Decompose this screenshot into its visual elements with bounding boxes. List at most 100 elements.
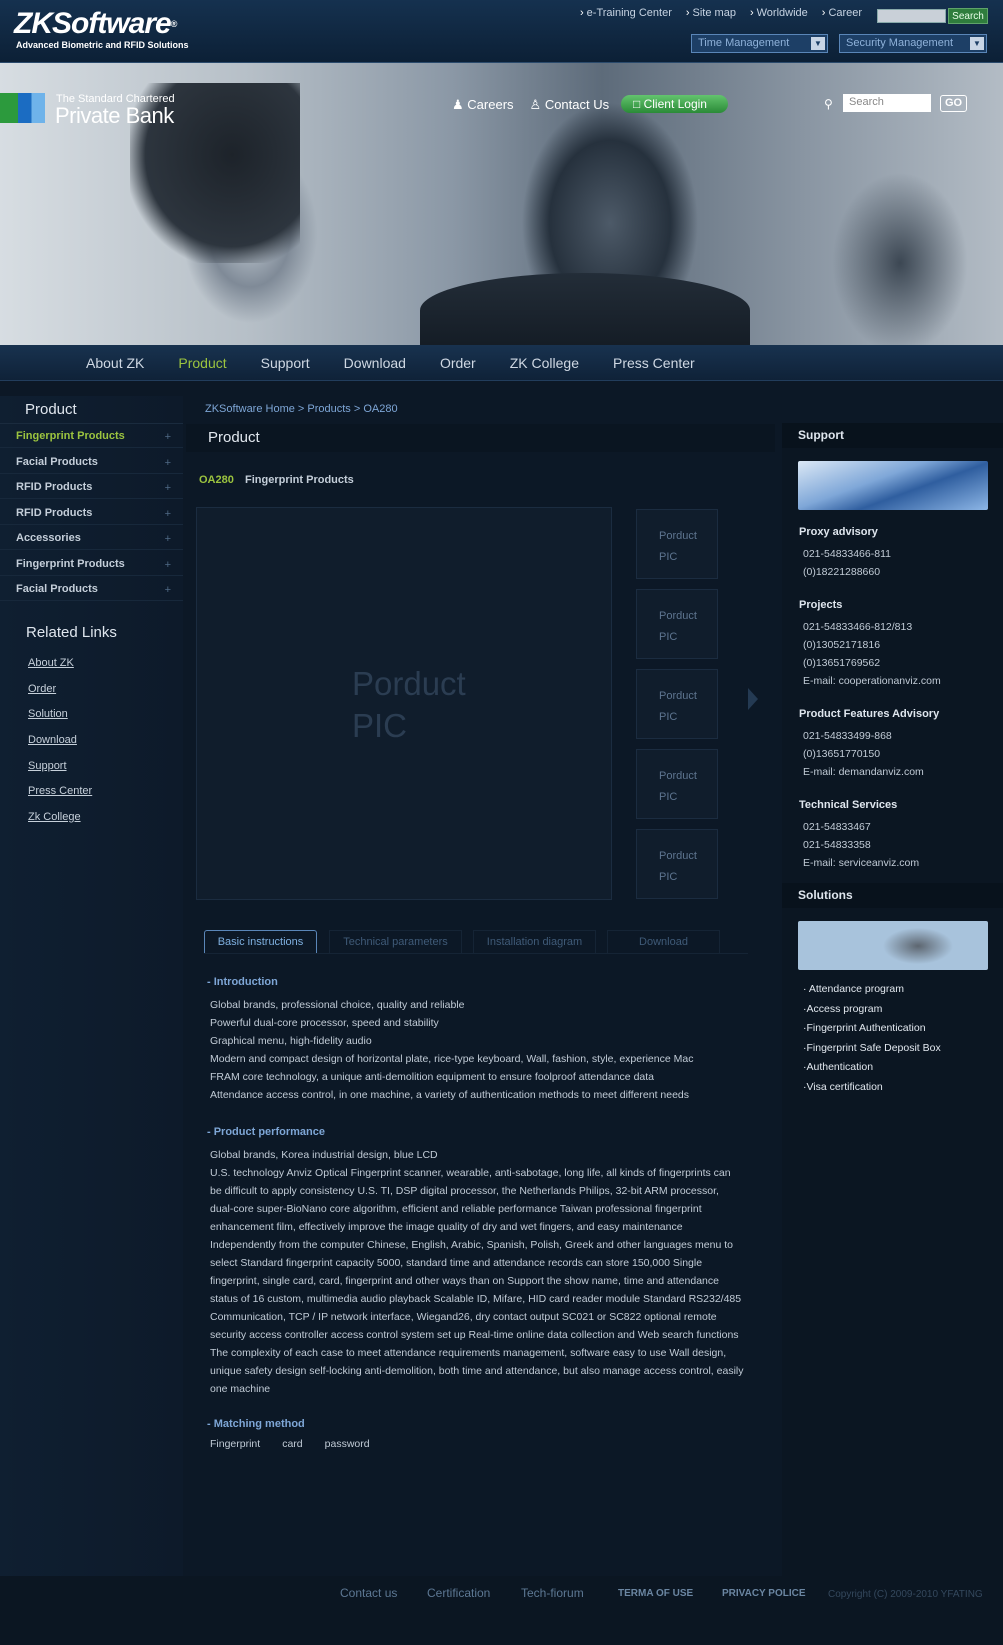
matching-heading: - Matching method — [207, 1418, 305, 1430]
top-link-sitemap[interactable]: › Site map — [686, 7, 736, 19]
technical-services-heading: Technical Services — [799, 799, 898, 811]
product-thumbnail[interactable]: Porduct PIC — [636, 509, 718, 579]
footer-privacy-policy[interactable]: PRIVACY POLICE — [722, 1588, 806, 1599]
nav-about-zk[interactable]: About ZK — [86, 355, 144, 371]
nav-support[interactable]: Support — [261, 355, 310, 371]
tab-technical-parameters[interactable]: Technical parameters — [329, 930, 462, 954]
contact-line: 021-54833358 — [803, 839, 871, 851]
footer-contact-us[interactable]: Contact us — [340, 1586, 397, 1600]
solution-item[interactable]: ·Fingerprint Safe Deposit Box — [803, 1042, 941, 1054]
related-link-solution[interactable]: Solution — [28, 708, 68, 720]
product-thumbnail[interactable]: Porduct PIC — [636, 669, 718, 739]
footer-certification[interactable]: Certification — [427, 1586, 490, 1600]
tab-basic-instructions[interactable]: Basic instructions — [204, 930, 317, 954]
contact-email[interactable]: E-mail: cooperationanviz.com — [803, 675, 941, 687]
sidebar-item-facial-products-2[interactable]: Facial Products + — [0, 577, 183, 601]
introduction-list: Global brands, professional choice, qual… — [210, 999, 694, 1101]
solution-item[interactable]: ·Visa certification — [803, 1081, 883, 1093]
hero-person-suit — [420, 273, 750, 345]
hero-go-button[interactable]: GO — [940, 95, 967, 112]
arrow-icon: › — [685, 7, 690, 19]
tab-download[interactable]: Download — [607, 930, 720, 954]
related-link-press-center[interactable]: Press Center — [28, 785, 92, 797]
projects-heading: Projects — [799, 599, 843, 611]
nav-order[interactable]: Order — [440, 355, 476, 371]
related-link-zk-college[interactable]: Zk College — [28, 811, 81, 823]
plus-icon: + — [164, 584, 171, 596]
tab-underline — [204, 953, 748, 954]
solutions-heading: Solutions — [782, 883, 1003, 908]
solution-item[interactable]: · Attendance program — [803, 983, 904, 995]
product-thumbnail[interactable]: Porduct PIC — [636, 829, 718, 899]
hero-search-input[interactable]: Search — [843, 94, 931, 112]
solutions-banner-image[interactable] — [798, 921, 988, 970]
center-title-bar — [186, 424, 775, 452]
sidebar-item-facial-products[interactable]: Facial Products + — [0, 450, 183, 474]
plus-icon: + — [164, 508, 171, 520]
plus-icon: + — [164, 533, 171, 545]
client-login-button[interactable]: □ Client Login — [621, 95, 728, 113]
bank-logo-mark — [0, 93, 45, 123]
solution-item[interactable]: ·Fingerprint Authentication — [803, 1022, 926, 1034]
main-nav: About ZK Product Support Download Order … — [0, 345, 1003, 381]
chevron-down-icon: ▼ — [970, 37, 984, 50]
contact-email[interactable]: E-mail: serviceanviz.com — [803, 857, 919, 869]
arrow-icon: › — [821, 7, 826, 19]
plus-icon: + — [164, 559, 171, 571]
related-link-download[interactable]: Download — [28, 734, 77, 746]
time-management-select[interactable]: Time Management ▼ — [691, 34, 828, 53]
related-link-about-zk[interactable]: About ZK — [28, 657, 74, 669]
bank-logo-line2: Private Bank — [55, 103, 174, 128]
related-link-support[interactable]: Support — [28, 760, 67, 772]
contact-line: 021-54833467 — [803, 821, 871, 833]
careers-link[interactable]: ♟ Careers — [452, 97, 514, 113]
product-thumbnail[interactable]: Porduct PIC — [636, 589, 718, 659]
zksoftware-logo[interactable]: ZKSoftware® — [14, 8, 178, 40]
sidebar-item-rfid-products[interactable]: RFID Products + — [0, 475, 183, 499]
solution-item[interactable]: ·Access program — [803, 1003, 882, 1015]
nav-product[interactable]: Product — [178, 355, 226, 371]
page-title: Product — [208, 429, 260, 446]
related-links-title: Related Links — [26, 624, 117, 641]
matching-methods: Fingerprint card password — [210, 1438, 370, 1450]
sidebar-item-fingerprint-products-2[interactable]: Fingerprint Products + — [0, 552, 183, 576]
contact-line: 021-54833466-811 — [803, 548, 891, 560]
contact-line: (0)13052171816 — [803, 639, 881, 651]
top-link-worldwide[interactable]: › Worldwide — [750, 7, 808, 19]
nav-press-center[interactable]: Press Center — [613, 355, 695, 371]
footer — [0, 1576, 1003, 1645]
product-category: Fingerprint Products — [245, 474, 354, 486]
copyright: Copyright (C) 2009-2010 YFATING — [828, 1589, 983, 1600]
plus-icon: + — [164, 431, 171, 443]
contact-email[interactable]: E-mail: demandanviz.com — [803, 766, 924, 778]
footer-tech-forum[interactable]: Tech-fiorum — [521, 1586, 584, 1600]
top-link-training[interactable]: › e-Training Center — [580, 7, 672, 19]
top-link-career[interactable]: › Career — [822, 7, 862, 19]
nav-zk-college[interactable]: ZK College — [510, 355, 579, 371]
support-banner-image[interactable] — [798, 461, 988, 510]
chevron-down-icon: ▼ — [811, 37, 825, 50]
tab-installation-diagram[interactable]: Installation diagram — [473, 930, 596, 954]
top-search-input[interactable] — [877, 9, 946, 23]
product-thumbnail[interactable]: Porduct PIC — [636, 749, 718, 819]
related-link-order[interactable]: Order — [28, 683, 56, 695]
contact-line: 021-54833466-812/813 — [803, 621, 913, 633]
sidebar-item-accessories[interactable]: Accessories + — [0, 526, 183, 550]
footer-terms-of-use[interactable]: TERMA OF USE — [618, 1588, 693, 1599]
people-icon: ♟ — [452, 97, 464, 112]
next-arrow-icon[interactable] — [748, 688, 758, 710]
logo-tagline: Advanced Biometric and RFID Solutions — [16, 40, 189, 50]
breadcrumb[interactable]: ZKSoftware Home > Products > OA280 — [205, 403, 398, 415]
plus-icon: + — [164, 457, 171, 469]
logo-registered-mark: ® — [170, 19, 178, 29]
solution-item[interactable]: ·Authentication — [803, 1061, 873, 1073]
security-management-select[interactable]: Security Management ▼ — [839, 34, 987, 53]
sidebar-product-title: Product — [25, 401, 77, 418]
performance-heading: - Product performance — [207, 1126, 325, 1138]
sidebar-item-rfid-products-2[interactable]: RFID Products + — [0, 501, 183, 525]
sidebar-item-fingerprint-products[interactable]: Fingerprint Products + — [0, 424, 183, 448]
top-search-button[interactable]: Search — [948, 8, 988, 24]
contact-us-link[interactable]: ♙ Contact Us — [530, 97, 610, 113]
contact-line: 021-54833499-868 — [803, 730, 892, 742]
nav-download[interactable]: Download — [344, 355, 406, 371]
